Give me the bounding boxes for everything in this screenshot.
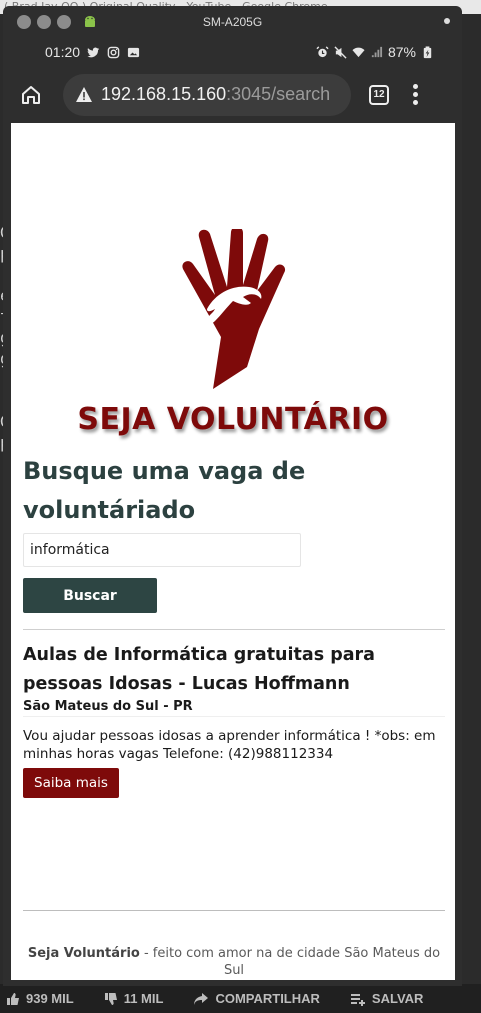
browser-toolbar: 192.168.15.160:3045/search 12 bbox=[3, 67, 462, 122]
instagram-icon bbox=[107, 46, 120, 58]
tab-switcher-button[interactable]: 12 bbox=[369, 84, 389, 105]
page-footer: Seja Voluntário - feito com amor na de c… bbox=[23, 945, 445, 979]
divider bbox=[23, 629, 445, 630]
footer-text: - feito com amor na de cidade São Mateus… bbox=[139, 946, 441, 978]
thumb-down-icon bbox=[104, 992, 117, 1005]
dislike-action[interactable]: 11 MIL bbox=[104, 991, 163, 1006]
divider bbox=[23, 716, 445, 717]
share-action[interactable]: COMPARTILHAR bbox=[193, 991, 320, 1006]
web-page: SEJA VOLUNTÁRIO Busque uma vaga de volun… bbox=[11, 123, 455, 980]
battery-charging-icon bbox=[423, 45, 432, 58]
playlist-add-icon bbox=[350, 993, 365, 1006]
thumb-up-icon bbox=[7, 992, 19, 1005]
volunteer-hand-logo bbox=[182, 229, 285, 389]
window-maximize-button[interactable] bbox=[57, 14, 71, 29]
url-host: 192.168.15.160 bbox=[101, 84, 227, 104]
background-right-edge bbox=[461, 14, 481, 984]
site-brand-title: SEJA VOLUNTÁRIO bbox=[77, 402, 389, 437]
result-title: Aulas de Informática gratuitas para pess… bbox=[23, 645, 375, 694]
saiba-mais-button[interactable]: Saiba mais bbox=[23, 768, 119, 798]
footer-divider bbox=[23, 910, 445, 911]
window-title: SM-A205G bbox=[202, 14, 263, 29]
window-menu-button[interactable] bbox=[444, 18, 450, 24]
mute-icon bbox=[334, 45, 347, 59]
address-bar[interactable]: 192.168.15.160:3045/search bbox=[63, 73, 351, 116]
result-location: São Mateus do Sul - PR bbox=[23, 699, 193, 714]
like-action[interactable]: 939 MIL bbox=[6, 991, 74, 1006]
result-description: Vou ajudar pessoas idosas a aprender inf… bbox=[23, 728, 436, 762]
signal-icon bbox=[371, 46, 383, 57]
not-secure-warning-icon[interactable] bbox=[75, 86, 93, 104]
wifi-icon bbox=[352, 47, 365, 57]
browser-menu-button[interactable] bbox=[413, 84, 419, 105]
save-action[interactable]: SALVAR bbox=[350, 991, 423, 1006]
battery-percent: 87% bbox=[387, 44, 416, 60]
twitter-icon bbox=[87, 47, 100, 57]
status-time: 01:20 bbox=[45, 44, 81, 60]
search-button[interactable]: Buscar bbox=[23, 578, 157, 613]
window-titlebar: SM-A205G bbox=[3, 6, 462, 37]
window-minimize-button[interactable] bbox=[37, 14, 51, 29]
search-heading: Busque uma vaga de voluntáriado bbox=[23, 457, 306, 524]
footer-brand: Seja Voluntário bbox=[27, 946, 140, 961]
background-youtube-actions: 939 MIL 11 MIL COMPARTILHAR SALVAR bbox=[0, 984, 481, 1013]
share-icon bbox=[194, 992, 209, 1005]
home-icon[interactable] bbox=[19, 83, 43, 107]
android-statusbar: 01:20 87% bbox=[3, 37, 462, 67]
gallery-icon bbox=[127, 47, 140, 57]
alarm-icon bbox=[316, 45, 329, 57]
android-icon bbox=[85, 15, 95, 27]
search-input[interactable] bbox=[23, 533, 301, 567]
window-close-button[interactable] bbox=[17, 14, 31, 29]
url-path: :3045/search bbox=[226, 84, 331, 104]
